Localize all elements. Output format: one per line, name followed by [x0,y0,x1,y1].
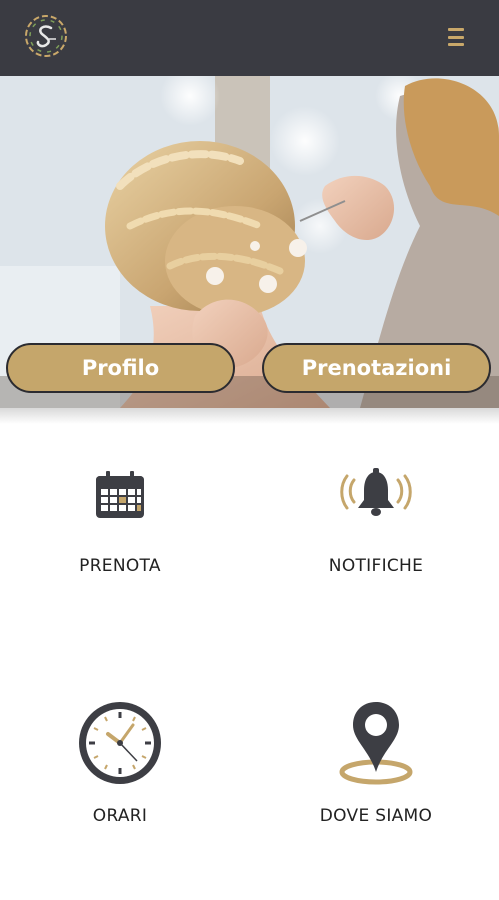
map-pin-icon [336,698,416,793]
clock-icon [75,698,165,793]
app-header [0,0,499,76]
hero-shadow [0,408,499,424]
tile-label: NOTIFICHE [328,556,424,576]
tile-notifiche[interactable]: NOTIFICHE [266,460,486,610]
bookings-button[interactable]: Prenotazioni [262,343,491,393]
tile-label: DOVE SIAMO [319,806,433,826]
tile-orari[interactable]: ORARI [10,696,230,846]
hamburger-menu-icon[interactable] [446,27,466,47]
tile-label: ORARI [92,806,148,826]
tile-label: PRENOTA [79,556,161,576]
salon-logo-icon[interactable] [22,12,70,60]
profile-button[interactable]: Profilo [6,343,235,393]
bell-icon [340,468,412,523]
calendar-icon [94,470,146,525]
tile-dove-siamo[interactable]: DOVE SIAMO [266,696,486,846]
tile-prenota[interactable]: PRENOTA [10,460,230,610]
